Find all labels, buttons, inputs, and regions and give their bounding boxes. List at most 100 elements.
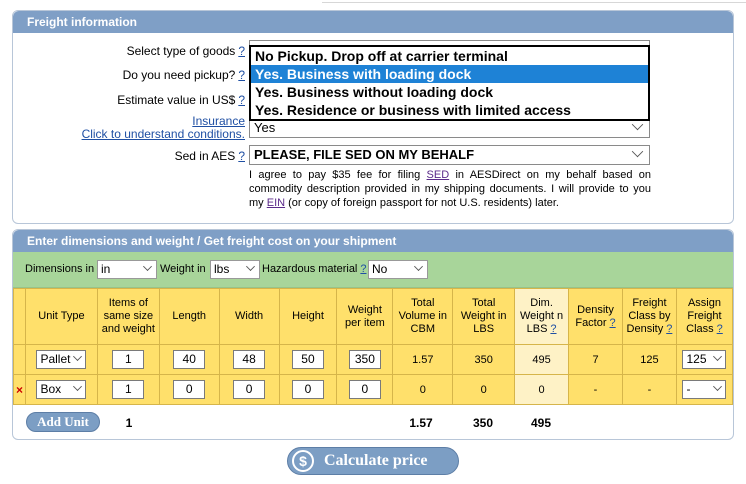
length-input[interactable]: 0: [173, 380, 206, 399]
units-table: Unit Type Items of same size and weight …: [13, 288, 734, 405]
class-density-header-text: Freight Class by Density: [626, 297, 671, 335]
unit-type-select[interactable]: Box: [36, 380, 87, 399]
class-density-cell: -: [621, 374, 677, 405]
goods-type-label-text: Select type of goods: [126, 44, 236, 58]
unit-type-cell: Pallet: [24, 344, 98, 375]
hazardous-label: Hazardous material?: [262, 263, 367, 275]
assign-class-select[interactable]: 125: [682, 350, 727, 369]
weight-unit-value: lbs: [214, 262, 230, 276]
column-header: Total Weight in LBS: [452, 288, 516, 345]
dim-weight-help-link[interactable]: ?: [550, 323, 556, 335]
unit-type-value: Pallet: [40, 352, 71, 366]
total-weight-cell: 350: [452, 344, 516, 375]
column-header-density: Density Factor?: [568, 288, 623, 345]
unit-type-select[interactable]: Pallet: [36, 350, 87, 369]
table-header-row: Unit Type Items of same size and weight …: [13, 288, 734, 345]
insurance-label: Insurance Click to understand conditions…: [82, 115, 245, 141]
sed-help-link[interactable]: ?: [238, 149, 245, 163]
width-cell: 0: [218, 374, 280, 405]
weight-unit-select[interactable]: lbs: [210, 260, 260, 279]
chevron-down-icon: [73, 382, 83, 391]
insurance-select[interactable]: Yes: [249, 118, 650, 138]
density-header-text: Density Factor: [575, 303, 614, 329]
calculate-price-button[interactable]: $ Calculate price: [287, 447, 459, 475]
column-header: Weight per item: [336, 288, 394, 345]
dimensions-unit-value: in: [101, 262, 111, 276]
estimate-value-label: Estimate value in US$?: [117, 93, 245, 107]
sed-select[interactable]: PLEASE, FILE SED ON MY BEHALF: [249, 145, 650, 165]
table-row: × Box 1 0 0 0 0 0 0 0 - - -: [13, 374, 734, 405]
pickup-option[interactable]: Yes. Business without loading dock: [251, 83, 648, 101]
pickup-option[interactable]: Yes. Residence or business with limited …: [251, 101, 648, 119]
dimensions-panel: Enter dimensions and weight / Get freigh…: [12, 229, 734, 440]
assign-class-help-link[interactable]: ?: [717, 323, 723, 335]
dim-weight-cell: 0: [514, 374, 570, 405]
length-cell: 40: [158, 344, 220, 375]
chevron-down-icon: [143, 262, 152, 271]
column-header-class-density: Freight Class by Density?: [621, 288, 677, 345]
column-header: Items of same size and weight: [96, 288, 160, 345]
width-input[interactable]: 48: [233, 350, 266, 369]
sed-label-text: Sed in AES: [174, 149, 236, 163]
density-cell: 7: [568, 344, 623, 375]
insurance-link[interactable]: Insurance: [192, 114, 245, 128]
column-header: Total Volume in CBM: [392, 288, 454, 345]
hazardous-select[interactable]: No: [368, 260, 428, 279]
total-items: 1: [125, 416, 133, 430]
column-header: Length: [158, 288, 220, 345]
column-header: Height: [278, 288, 338, 345]
items-input[interactable]: 1: [112, 350, 145, 369]
goods-type-help-link[interactable]: ?: [238, 44, 245, 58]
pickup-option-selected[interactable]: Yes. Business with loading dock: [251, 65, 648, 83]
estimate-help-link[interactable]: ?: [238, 93, 245, 107]
insurance-select-value: Yes: [254, 120, 276, 135]
class-density-help-link[interactable]: ?: [666, 323, 672, 335]
items-input[interactable]: 1: [112, 380, 145, 399]
pickup-dropdown-list[interactable]: No Pickup. Drop off at carrier terminal …: [249, 45, 650, 121]
sed-select-value: PLEASE, FILE SED ON MY BEHALF: [254, 147, 475, 162]
assign-class-value: -: [686, 382, 691, 396]
width-cell: 48: [218, 344, 280, 375]
add-unit-button[interactable]: Add Unit: [26, 412, 100, 432]
hazardous-help-link[interactable]: ?: [360, 263, 366, 275]
density-help-link[interactable]: ?: [610, 317, 616, 329]
width-input[interactable]: 0: [233, 380, 266, 399]
height-cell: 0: [278, 374, 338, 405]
total-volume-cell: 0: [392, 374, 454, 405]
agreement-part-1: I agree to pay $35 fee for filing: [249, 169, 427, 181]
height-input[interactable]: 0: [291, 380, 324, 399]
ein-link[interactable]: EIN: [267, 197, 285, 209]
column-header: Unit Type: [24, 288, 98, 345]
length-input[interactable]: 40: [173, 350, 206, 369]
total-dim-weight: 495: [530, 416, 552, 430]
totals-row: Add Unit 1 1.57 350 495: [13, 406, 733, 438]
dimensions-header: Enter dimensions and weight / Get freigh…: [13, 230, 733, 252]
pickup-help-link[interactable]: ?: [238, 68, 245, 82]
total-weight: 350: [472, 416, 494, 430]
chevron-down-icon: [73, 352, 83, 361]
weight-input[interactable]: 350: [348, 350, 381, 369]
remove-row-icon[interactable]: ×: [16, 383, 23, 397]
assign-class-select[interactable]: -: [682, 380, 727, 399]
total-volume: 1.57: [409, 416, 433, 430]
column-header: Width: [218, 288, 280, 345]
top-divider: [322, 0, 746, 3]
goods-type-label: Select type of goods?: [127, 44, 245, 58]
weight-cell: 350: [336, 344, 394, 375]
total-volume-cell: 1.57: [392, 344, 454, 375]
remove-cell: [13, 344, 26, 375]
table-row: Pallet 1 40 48 50 350 1.57 350 495 7 125…: [13, 344, 734, 375]
remove-cell: ×: [13, 374, 26, 405]
height-input[interactable]: 50: [291, 350, 324, 369]
column-header-dim-weight: Dim. Weight n LBS?: [514, 288, 570, 345]
pickup-option[interactable]: No Pickup. Drop off at carrier terminal: [251, 47, 648, 65]
remove-column-header: [13, 288, 26, 345]
pickup-label-text: Do you need pickup?: [122, 68, 236, 82]
insurance-conditions-link[interactable]: Click to understand conditions.: [82, 127, 245, 141]
dimensions-unit-select[interactable]: in: [97, 260, 157, 279]
weight-cell: 0: [336, 374, 394, 405]
chevron-down-icon: [713, 382, 723, 391]
height-cell: 50: [278, 344, 338, 375]
sed-link[interactable]: SED: [427, 169, 450, 181]
weight-input[interactable]: 0: [348, 380, 381, 399]
